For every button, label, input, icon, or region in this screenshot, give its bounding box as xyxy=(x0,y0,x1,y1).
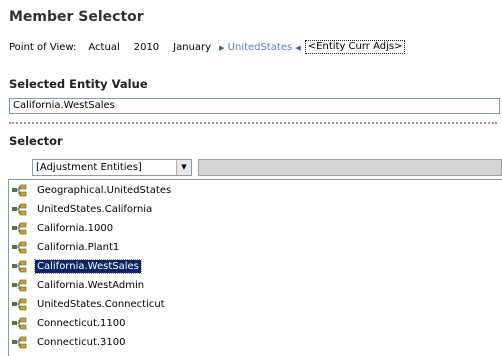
chevron-down-icon[interactable]: ▼ xyxy=(176,160,191,175)
list-item-label: Connecticut.3100 xyxy=(37,337,126,348)
pov-value-dimension[interactable]: <Entity Curr Adjs> xyxy=(304,40,406,54)
member-list-dropdown[interactable]: [Adjustment Entities] ▼ xyxy=(32,159,192,176)
list-item[interactable]: Geographical.UnitedStates xyxy=(11,181,173,200)
list-item-label: Geographical.UnitedStates xyxy=(37,185,172,196)
list-item-label: UnitedStates.Connecticut xyxy=(37,299,165,310)
list-item[interactable]: Connecticut.1100 xyxy=(11,314,128,333)
member-hierarchy-icon xyxy=(12,279,27,291)
selected-entity-heading: Selected Entity Value xyxy=(9,77,148,91)
pov-scenario[interactable]: Actual xyxy=(88,42,119,53)
member-hierarchy-icon xyxy=(12,241,27,253)
point-of-view-bar: Point of View: Actual 2010 January ▶ Uni… xyxy=(9,40,406,54)
pov-entity-label: UnitedStates xyxy=(227,41,293,53)
triangle-right-icon: ▶ xyxy=(219,43,225,52)
member-hierarchy-icon xyxy=(12,184,27,196)
divider xyxy=(9,122,497,126)
triangle-left-icon: ◀ xyxy=(295,43,301,52)
list-item[interactable]: Connecticut.3100 xyxy=(11,333,128,352)
list-item[interactable]: California.1000 xyxy=(11,219,115,238)
member-hierarchy-icon xyxy=(12,336,27,348)
pov-label: Point of View: xyxy=(9,41,77,53)
pov-entity-link[interactable]: ▶ UnitedStates ◀ xyxy=(219,42,301,53)
member-hierarchy-icon xyxy=(12,203,27,215)
page-title: Member Selector xyxy=(9,9,144,25)
list-item-selected[interactable]: California.WestSales xyxy=(11,257,142,276)
member-hierarchy-icon xyxy=(12,317,27,329)
list-item-label: UnitedStates.California xyxy=(37,204,153,215)
list-item[interactable]: UnitedStates.Connecticut xyxy=(11,295,167,314)
list-item[interactable]: California.WestAdmin xyxy=(11,276,146,295)
selector-heading: Selector xyxy=(9,134,63,148)
selected-entity-field[interactable]: California.WestSales xyxy=(9,98,500,114)
list-item[interactable]: California.Plant1 xyxy=(11,238,121,257)
list-item-label: California.Plant1 xyxy=(37,242,120,253)
member-hierarchy-icon xyxy=(12,260,27,272)
list-item[interactable]: UnitedStates.California xyxy=(11,200,154,219)
pov-period[interactable]: January xyxy=(173,42,211,53)
list-item-label: Connecticut.1100 xyxy=(37,318,126,329)
list-item-label: California.WestAdmin xyxy=(37,280,145,291)
list-item-label: California.WestSales xyxy=(34,259,142,274)
filter-field[interactable] xyxy=(198,159,502,176)
member-hierarchy-icon xyxy=(12,222,27,234)
member-list: Geographical.UnitedStates UnitedStates.C… xyxy=(8,179,502,356)
selector-controls: [Adjustment Entities] ▼ xyxy=(32,159,502,177)
member-hierarchy-icon xyxy=(12,298,27,310)
pov-year[interactable]: 2010 xyxy=(134,42,159,53)
dropdown-value: [Adjustment Entities] xyxy=(36,162,142,173)
list-item-label: California.1000 xyxy=(37,223,114,234)
